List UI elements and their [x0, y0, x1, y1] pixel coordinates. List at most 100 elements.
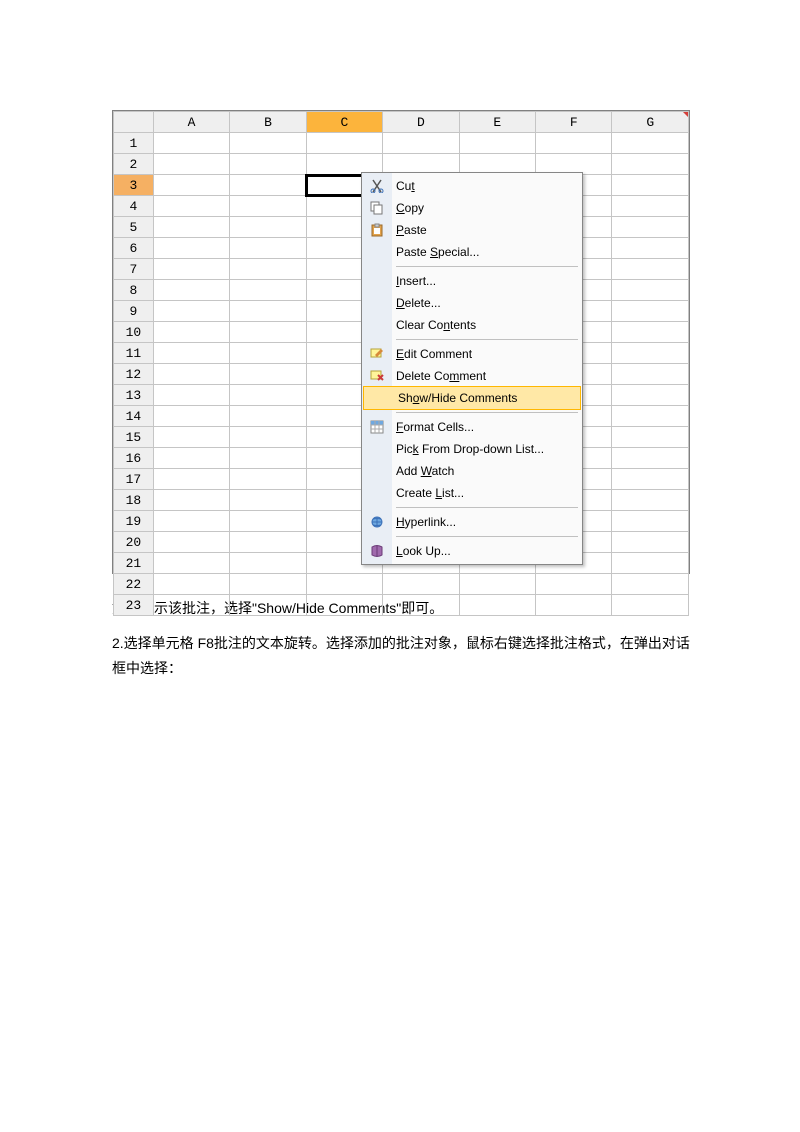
cell[interactable] [230, 448, 306, 469]
menu-look-up[interactable]: Look Up... [362, 540, 582, 562]
row-header-13[interactable]: 13 [114, 385, 154, 406]
cell[interactable] [612, 490, 689, 511]
col-header-f[interactable]: F [536, 112, 612, 133]
menu-create-list[interactable]: Create List... [362, 482, 582, 504]
cell[interactable] [230, 259, 306, 280]
cell[interactable] [153, 196, 229, 217]
cell[interactable] [612, 595, 689, 616]
cell[interactable] [306, 133, 382, 154]
row-header-1[interactable]: 1 [114, 133, 154, 154]
cell[interactable] [612, 553, 689, 574]
cell[interactable] [153, 469, 229, 490]
menu-pick-dropdown[interactable]: Pick From Drop-down List... [362, 438, 582, 460]
cell[interactable] [230, 553, 306, 574]
cell[interactable] [230, 385, 306, 406]
cell[interactable] [612, 511, 689, 532]
cell[interactable] [230, 532, 306, 553]
row-header-16[interactable]: 16 [114, 448, 154, 469]
cell[interactable] [153, 175, 229, 196]
cell[interactable] [612, 427, 689, 448]
cell[interactable] [536, 133, 612, 154]
cell[interactable] [153, 301, 229, 322]
row-header-6[interactable]: 6 [114, 238, 154, 259]
menu-clear-contents[interactable]: Clear Contents [362, 314, 582, 336]
menu-hyperlink[interactable]: Hyperlink... [362, 511, 582, 533]
row-header-20[interactable]: 20 [114, 532, 154, 553]
cell[interactable] [230, 574, 306, 595]
row-header-22[interactable]: 22 [114, 574, 154, 595]
cell[interactable] [153, 217, 229, 238]
cell[interactable] [153, 511, 229, 532]
col-header-a[interactable]: A [153, 112, 229, 133]
cell[interactable] [153, 280, 229, 301]
row-header-2[interactable]: 2 [114, 154, 154, 175]
cell[interactable] [536, 574, 612, 595]
cell[interactable] [612, 322, 689, 343]
cell[interactable] [612, 448, 689, 469]
cell[interactable] [230, 343, 306, 364]
cell[interactable] [612, 469, 689, 490]
cell[interactable] [612, 301, 689, 322]
cell[interactable] [612, 574, 689, 595]
cell[interactable] [612, 238, 689, 259]
cell[interactable] [383, 574, 459, 595]
cell[interactable] [153, 490, 229, 511]
cell[interactable] [153, 322, 229, 343]
cell[interactable] [612, 532, 689, 553]
menu-delete-comment[interactable]: Delete Comment [362, 365, 582, 387]
cell[interactable] [612, 259, 689, 280]
row-header-9[interactable]: 9 [114, 301, 154, 322]
cell[interactable] [383, 133, 459, 154]
cell[interactable] [230, 133, 306, 154]
cell[interactable] [612, 196, 689, 217]
cell[interactable] [153, 259, 229, 280]
cell[interactable] [230, 175, 306, 196]
cell[interactable] [612, 175, 689, 196]
row-header-3[interactable]: 3 [114, 175, 154, 196]
menu-cut[interactable]: Cut [362, 175, 582, 197]
menu-paste-special[interactable]: Paste Special... [362, 241, 582, 263]
col-header-e[interactable]: E [459, 112, 535, 133]
menu-insert[interactable]: Insert... [362, 270, 582, 292]
cell[interactable] [612, 133, 689, 154]
cell[interactable] [612, 154, 689, 175]
cell[interactable] [612, 385, 689, 406]
cell[interactable] [153, 343, 229, 364]
cell[interactable] [612, 364, 689, 385]
row-header-5[interactable]: 5 [114, 217, 154, 238]
cell[interactable] [459, 574, 535, 595]
cell[interactable] [153, 364, 229, 385]
cell[interactable] [612, 280, 689, 301]
row-header-23[interactable]: 23 [114, 595, 154, 616]
cell[interactable] [230, 364, 306, 385]
cell[interactable] [230, 280, 306, 301]
row-header-11[interactable]: 11 [114, 343, 154, 364]
col-header-d[interactable]: D [383, 112, 459, 133]
cell[interactable] [153, 385, 229, 406]
cell[interactable] [153, 238, 229, 259]
cell[interactable] [153, 574, 229, 595]
cell[interactable] [230, 490, 306, 511]
cell[interactable] [306, 574, 382, 595]
row-header-15[interactable]: 15 [114, 427, 154, 448]
col-header-b[interactable]: B [230, 112, 306, 133]
row-header-10[interactable]: 10 [114, 322, 154, 343]
row-header-8[interactable]: 8 [114, 280, 154, 301]
cell[interactable] [230, 217, 306, 238]
row-header-17[interactable]: 17 [114, 469, 154, 490]
cell[interactable] [230, 595, 306, 616]
cell[interactable] [153, 154, 229, 175]
cell[interactable] [383, 595, 459, 616]
menu-delete[interactable]: Delete... [362, 292, 582, 314]
menu-copy[interactable]: Copy [362, 197, 582, 219]
row-header-21[interactable]: 21 [114, 553, 154, 574]
menu-show-hide-comments[interactable]: Show/Hide Comments [364, 387, 580, 409]
col-header-c[interactable]: C [306, 112, 382, 133]
row-header-18[interactable]: 18 [114, 490, 154, 511]
menu-format-cells[interactable]: Format Cells... [362, 416, 582, 438]
cell[interactable] [230, 469, 306, 490]
row-header-14[interactable]: 14 [114, 406, 154, 427]
cell[interactable] [230, 301, 306, 322]
cell[interactable] [230, 238, 306, 259]
cell[interactable] [153, 448, 229, 469]
